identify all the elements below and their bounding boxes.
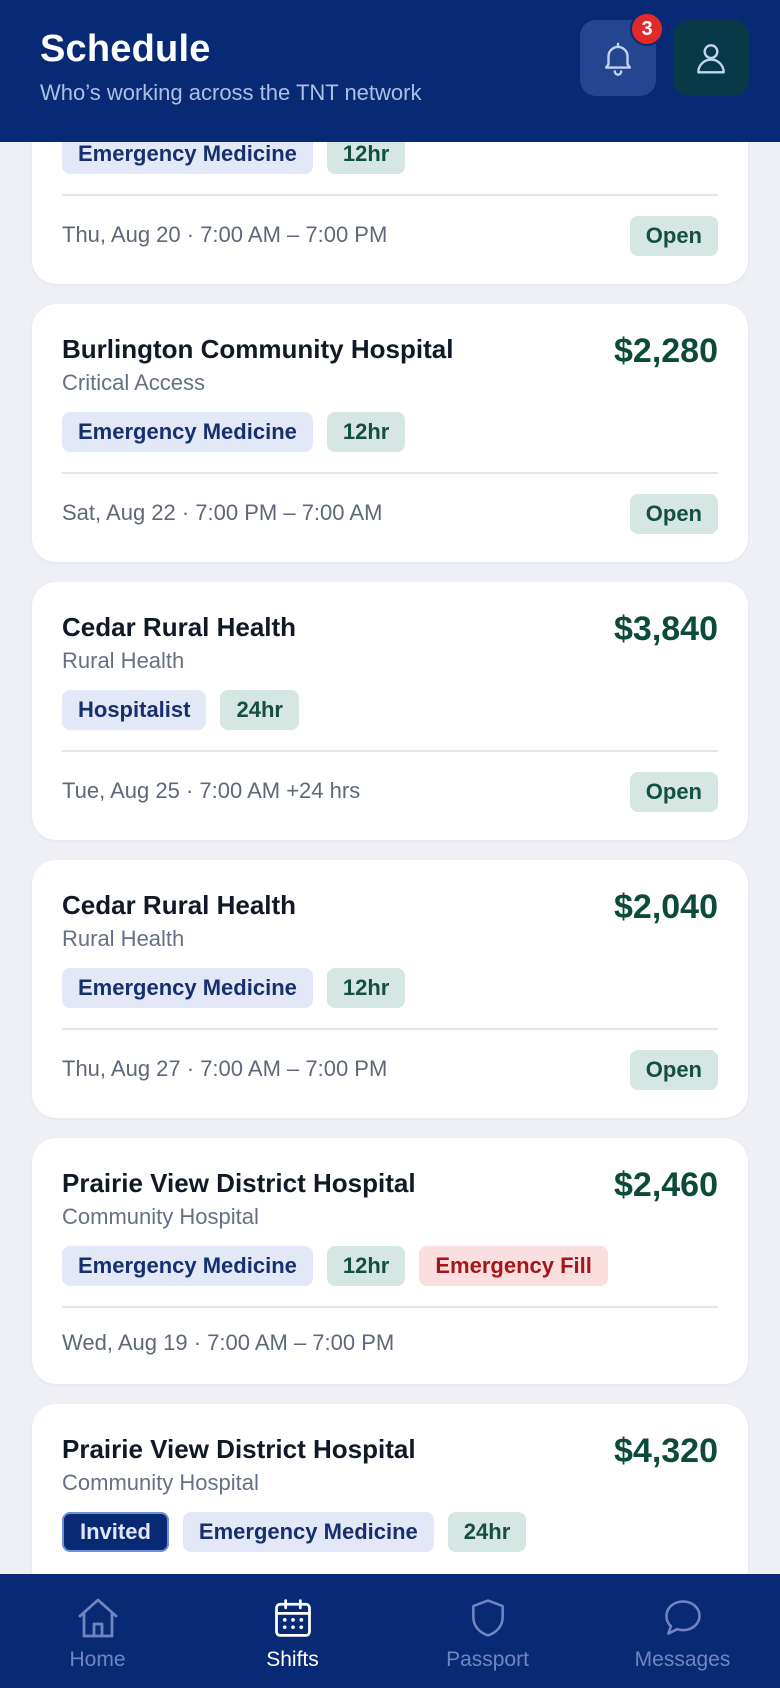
- specialty-tag: Emergency Medicine: [182, 1512, 434, 1552]
- specialty-tag: Emergency Medicine: [62, 1246, 313, 1286]
- facility-type: Rural Health: [62, 648, 185, 673]
- calendar-icon: [274, 1599, 311, 1637]
- page-subtitle: Who’s working across the TNT network: [40, 80, 422, 105]
- shift-card[interactable]: Cedar Rural Health Rural Health $3,840 H…: [32, 582, 748, 840]
- nav-item-passport[interactable]: Passport: [390, 1574, 585, 1688]
- facility-type: Community Hospital: [62, 1204, 259, 1229]
- facility-type: Rural Health: [62, 926, 185, 951]
- shift-length-tag: 24hr: [220, 690, 299, 730]
- card-divider: [62, 194, 718, 196]
- chat-icon: [664, 1600, 701, 1635]
- shift-length-tag: 12hr: [326, 412, 406, 452]
- nav-item-shifts[interactable]: Shifts: [195, 1574, 390, 1688]
- shift-card[interactable]: Burlington Community Hospital Critical A…: [32, 304, 748, 562]
- shift-tags: Emergency Medicine 12hr: [62, 412, 406, 452]
- nav-label: Home: [69, 1648, 126, 1671]
- shift-card[interactable]: Prairie View District Hospital Community…: [32, 1138, 748, 1384]
- shift-rate: $2,280: [614, 332, 718, 370]
- facility-name: Prairie View District Hospital: [62, 1168, 416, 1198]
- nav-item-messages[interactable]: Messages: [585, 1574, 780, 1688]
- shift-card[interactable]: Cedar Rural Health Rural Health $2,040 E…: [32, 860, 748, 1118]
- nav-item-home[interactable]: Home: [0, 1574, 195, 1688]
- shield-icon: [471, 1599, 504, 1637]
- shift-tags: Invited Emergency Medicine 24hr: [62, 1512, 527, 1552]
- shift-datetime: Tue, Aug 25 · 7:00 AM +24 hrs: [62, 778, 361, 803]
- page-title: Schedule: [40, 28, 211, 70]
- facility-name: Cedar Rural Health: [62, 612, 297, 642]
- notification-count-badge: 3: [630, 12, 664, 46]
- facility-type: Community Hospital: [62, 1470, 259, 1495]
- shift-length-tag: 24hr: [447, 1512, 527, 1552]
- shift-datetime: Thu, Aug 20 · 7:00 AM – 7:00 PM: [62, 222, 388, 247]
- specialty-tag: Hospitalist: [62, 690, 207, 730]
- status-badge: Open: [629, 1050, 718, 1090]
- profile-button[interactable]: [673, 20, 749, 96]
- nav-label: Messages: [634, 1648, 731, 1671]
- status-badge: Open: [629, 494, 718, 534]
- shift-rate: $3,840: [614, 610, 718, 648]
- shift-rate: $2,460: [614, 1166, 718, 1204]
- user-icon: [697, 44, 725, 74]
- card-divider: [62, 1028, 718, 1030]
- nav-label: Passport: [446, 1648, 529, 1671]
- shift-rate: $2,040: [614, 888, 718, 926]
- nav-label: Shifts: [266, 1648, 319, 1671]
- status-badge: Open: [629, 216, 718, 256]
- shift-datetime: Wed, Aug 19 · 7:00 AM – 7:00 PM: [62, 1330, 395, 1355]
- emergency-fill-tag: Emergency Fill: [419, 1246, 608, 1286]
- specialty-tag: Emergency Medicine: [62, 412, 313, 452]
- invited-tag: Invited: [62, 1512, 169, 1552]
- card-divider: [62, 750, 718, 752]
- bottom-nav: Home Shifts Passport Messages: [0, 1574, 780, 1688]
- facility-name: Burlington Community Hospital: [62, 334, 454, 364]
- shift-list: Emergency Medicine 12hr Thu, Aug 20 · 7:…: [0, 0, 780, 1688]
- facility-name: Prairie View District Hospital: [62, 1434, 416, 1464]
- shift-tags: Emergency Medicine 12hr Emergency Fill: [62, 1246, 608, 1286]
- home-icon: [78, 1598, 117, 1638]
- status-badge: Open: [629, 772, 718, 812]
- app-header: Schedule Who’s working across the TNT ne…: [0, 0, 780, 142]
- card-divider: [62, 1306, 718, 1308]
- shift-tags: Emergency Medicine 12hr: [62, 968, 406, 1008]
- facility-type: Critical Access: [62, 370, 206, 395]
- facility-name: Cedar Rural Health: [62, 890, 297, 920]
- shift-length-tag: 12hr: [326, 968, 406, 1008]
- bell-icon: [604, 42, 632, 76]
- shift-datetime: Sat, Aug 22 · 7:00 PM – 7:00 AM: [62, 500, 383, 525]
- shift-tags: Hospitalist 24hr: [62, 690, 299, 730]
- shift-rate: $4,320: [614, 1432, 718, 1470]
- shift-datetime: Thu, Aug 27 · 7:00 AM – 7:00 PM: [62, 1056, 388, 1081]
- specialty-tag: Emergency Medicine: [62, 968, 313, 1008]
- card-divider: [62, 472, 718, 474]
- shift-length-tag: 12hr: [326, 1246, 406, 1286]
